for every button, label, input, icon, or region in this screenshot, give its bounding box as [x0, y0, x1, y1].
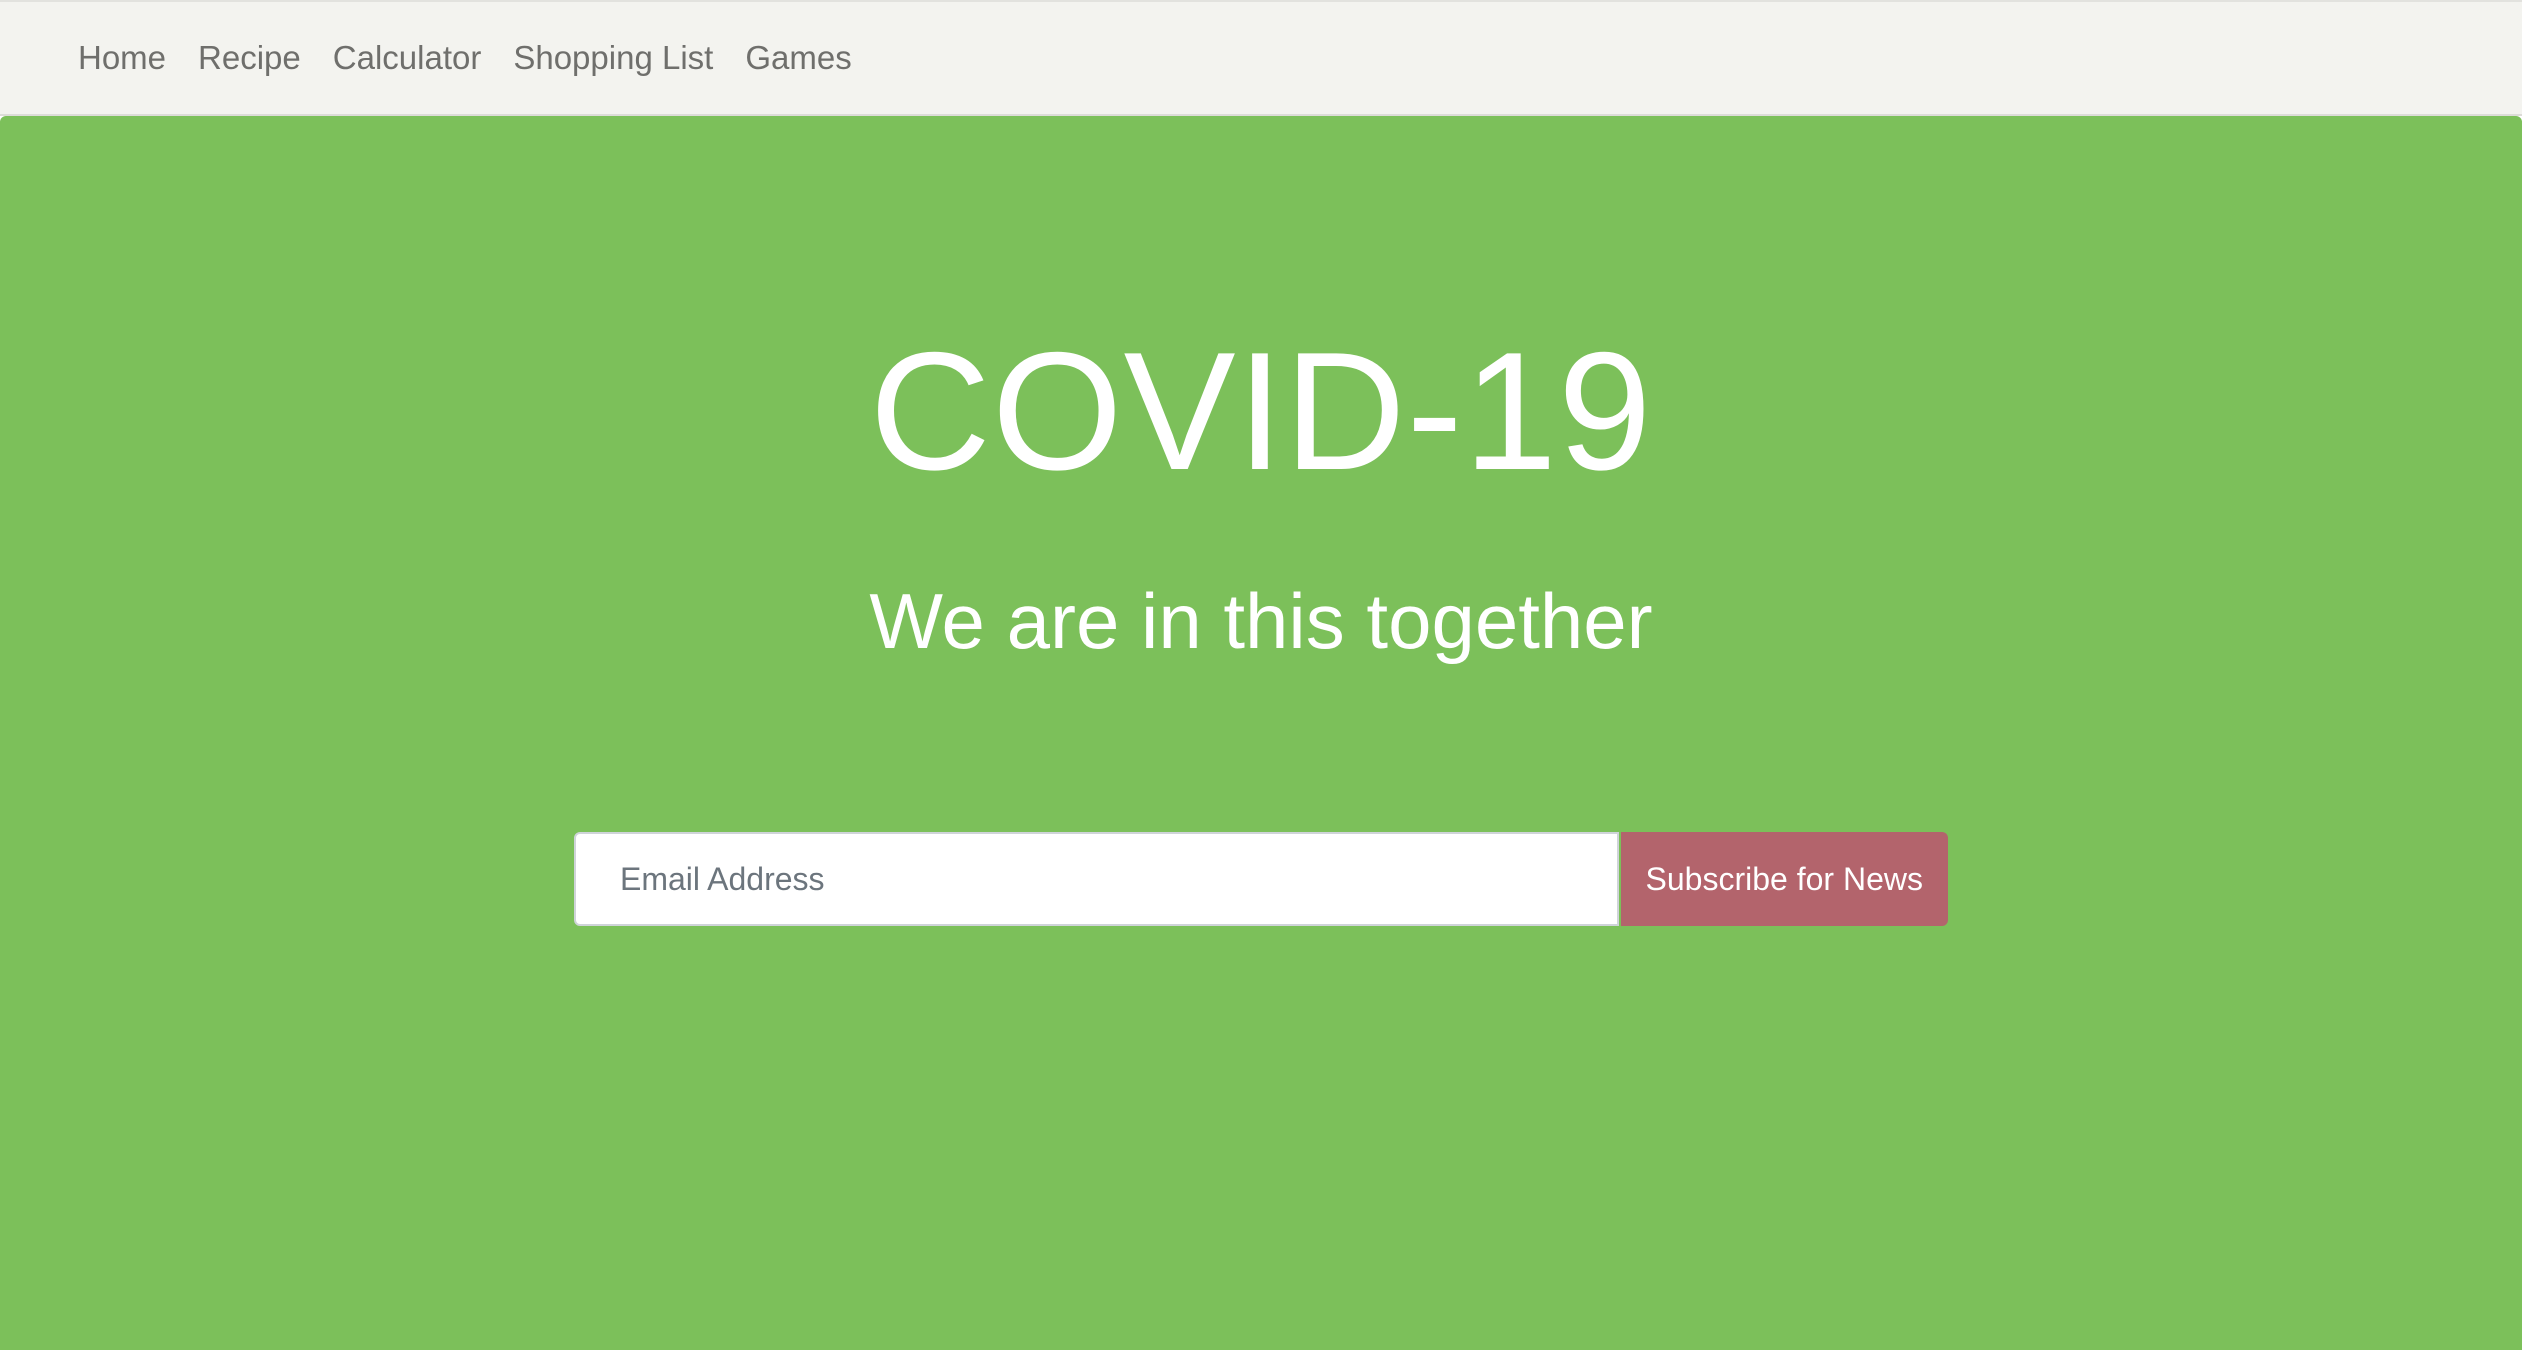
hero-subtitle: We are in this together [869, 577, 1653, 665]
nav-item-recipe: Recipe [198, 38, 301, 78]
top-navbar: Home Recipe Calculator Shopping List Gam… [0, 0, 2522, 116]
nav-link-recipe[interactable]: Recipe [198, 39, 301, 76]
subscribe-form: Subscribe for News [574, 832, 1948, 926]
hero-section: COVID-19 We are in this together Subscri… [0, 116, 2522, 1350]
nav-item-calculator: Calculator [333, 38, 482, 78]
hero-title: COVID-19 [869, 317, 1653, 505]
nav-link-calculator[interactable]: Calculator [333, 39, 482, 76]
nav-item-shopping-list: Shopping List [513, 38, 713, 78]
email-input[interactable] [574, 832, 1619, 926]
nav-link-shopping-list[interactable]: Shopping List [513, 39, 713, 76]
nav-item-home: Home [78, 38, 166, 78]
nav-link-games[interactable]: Games [745, 39, 851, 76]
nav-item-games: Games [745, 38, 851, 78]
nav-link-home[interactable]: Home [78, 39, 166, 76]
subscribe-button[interactable]: Subscribe for News [1620, 832, 1948, 926]
nav-list: Home Recipe Calculator Shopping List Gam… [78, 38, 852, 78]
